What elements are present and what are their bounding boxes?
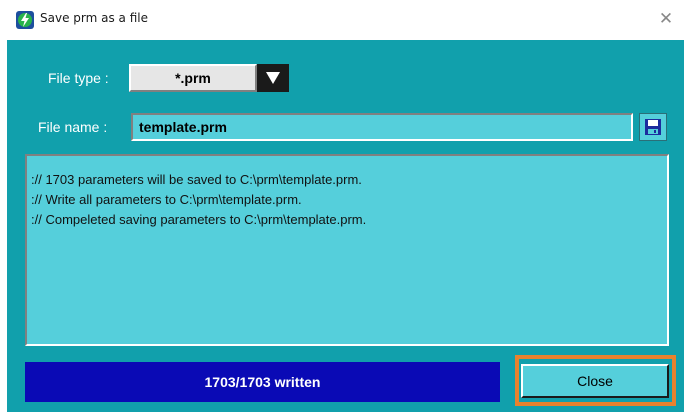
- progress-bar: 1703/1703 written: [25, 362, 500, 402]
- file-type-dropdown-button[interactable]: [257, 64, 289, 92]
- floppy-disk-icon: [645, 119, 661, 135]
- window-title: Save prm as a file: [40, 11, 148, 25]
- close-button[interactable]: Close: [521, 364, 669, 398]
- log-output-area[interactable]: :// 1703 parameters will be saved to C:\…: [25, 154, 669, 346]
- file-name-field[interactable]: template.prm: [131, 113, 633, 141]
- lightning-bolt-icon: [16, 11, 34, 29]
- progress-text: 1703/1703 written: [204, 374, 321, 390]
- chevron-down-icon: [266, 72, 280, 84]
- log-line: :// Write all parameters to C:\prm\templ…: [31, 192, 302, 207]
- file-type-label: File type :: [48, 70, 109, 86]
- file-type-select[interactable]: *.prm: [129, 64, 257, 92]
- log-line: :// Compeleted saving parameters to C:\p…: [31, 212, 367, 227]
- title-bar: Save prm as a file ✕: [0, 0, 685, 40]
- save-file-button[interactable]: [639, 113, 667, 141]
- close-icon[interactable]: ✕: [655, 8, 677, 30]
- log-line: :// 1703 parameters will be saved to C:\…: [31, 172, 362, 187]
- file-name-label: File name :: [38, 119, 108, 135]
